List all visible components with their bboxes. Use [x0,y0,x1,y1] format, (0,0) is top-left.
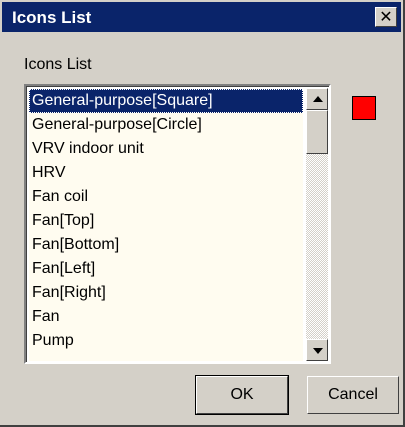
close-button[interactable]: ✕ [375,7,397,27]
arrow-up-icon [313,96,323,102]
cancel-button[interactable]: Cancel [307,376,399,414]
icons-list-label: Icons List [24,56,92,73]
list-item[interactable]: Fan[Right] [29,281,303,305]
arrow-down-icon [313,348,323,354]
list-item[interactable]: Fan coil [29,185,303,209]
listbox-frame: General-purpose[Square] General-purpose[… [26,86,329,362]
icons-list-dialog: Icons List ✕ Icons List General-purpose[… [0,0,405,427]
window-title: Icons List [12,8,92,27]
list-item[interactable]: Fan[Bottom] [29,233,303,257]
title-bar[interactable]: Icons List ✕ [2,2,401,32]
list-item[interactable]: HRV [29,161,303,185]
ok-button[interactable]: OK [195,375,289,415]
vertical-scrollbar[interactable] [306,88,328,361]
scroll-up-button[interactable] [306,88,328,110]
close-icon: ✕ [379,7,393,26]
list-item[interactable]: Fan[Top] [29,209,303,233]
list-item[interactable]: General-purpose[Circle] [29,113,303,137]
scroll-down-button[interactable] [306,339,328,361]
list-item[interactable]: Pump [29,329,303,353]
scroll-thumb[interactable] [306,110,328,154]
list-item[interactable]: Fan [29,305,303,329]
icons-listbox[interactable]: General-purpose[Square] General-purpose[… [24,84,331,364]
list-item[interactable]: Fan[Left] [29,257,303,281]
icon-preview-square-icon [352,96,376,120]
list-item[interactable]: VRV indoor unit [29,137,303,161]
listbox-items: General-purpose[Square] General-purpose[… [29,89,303,361]
list-item[interactable]: General-purpose[Square] [29,89,303,113]
